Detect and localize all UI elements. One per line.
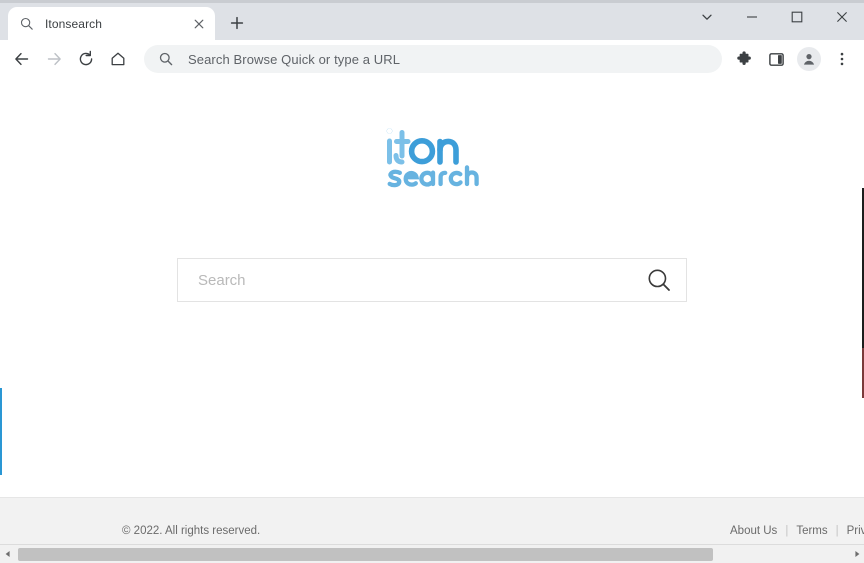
profile-button[interactable]	[797, 47, 821, 71]
copyright-text: © 2022. All rights reserved.	[122, 524, 261, 537]
page-viewport: © 2022. All rights reserved. About Us | …	[0, 78, 864, 563]
footer-links: About Us | Terms | Privac	[730, 525, 864, 537]
maximize-button[interactable]	[774, 0, 819, 34]
tab-title: Itonsearch	[45, 16, 103, 31]
puzzle-piece-icon	[736, 50, 751, 65]
maximize-icon	[791, 11, 802, 23]
home-icon	[111, 52, 125, 66]
search-row	[0, 258, 864, 302]
tab-strip: Itonsearch	[0, 0, 864, 40]
scrollbar-track[interactable]	[15, 546, 849, 563]
footer-link-terms[interactable]: Terms	[796, 525, 827, 537]
browser-window: Itonsearch Search Browse Quick or type a…	[0, 0, 864, 563]
extensions-button[interactable]	[730, 45, 758, 73]
reload-button[interactable]	[71, 44, 101, 74]
close-tab-icon[interactable]	[191, 16, 207, 32]
tab-search-button[interactable]	[684, 0, 729, 34]
search-submit-button[interactable]	[644, 265, 674, 295]
search-form	[177, 258, 687, 302]
browser-toolbar: Search Browse Quick or type a URL	[0, 40, 864, 78]
horizontal-scrollbar[interactable]	[0, 544, 864, 563]
reload-icon	[79, 50, 93, 66]
left-edge-artifact	[0, 388, 2, 475]
triangle-right-icon	[854, 551, 859, 557]
footer-link-about-us[interactable]: About Us	[730, 525, 777, 537]
scroll-left-button[interactable]	[0, 546, 15, 563]
chevron-down-icon	[701, 14, 712, 20]
scrollbar-thumb[interactable]	[18, 547, 713, 561]
browser-tab[interactable]: Itonsearch	[8, 7, 215, 40]
minimize-button[interactable]	[729, 0, 774, 34]
footer-separator: |	[785, 524, 789, 537]
home-button[interactable]	[103, 44, 133, 74]
footer-link-privacy[interactable]: Privac	[847, 525, 864, 537]
magnifier-icon	[19, 16, 35, 32]
plus-icon	[230, 16, 244, 30]
address-bar-placeholder: Search Browse Quick or type a URL	[188, 51, 401, 67]
close-button[interactable]	[819, 0, 864, 34]
side-panel-icon	[768, 52, 784, 66]
new-tab-button[interactable]	[223, 9, 251, 37]
scroll-right-button[interactable]	[849, 546, 864, 563]
footer-separator: |	[835, 524, 839, 537]
page-main	[0, 78, 864, 497]
arrow-right-icon	[47, 52, 61, 66]
window-controls	[684, 0, 864, 34]
iton-search-logo-graphic	[386, 128, 479, 188]
three-dots-icon	[840, 52, 844, 66]
site-logo	[0, 126, 864, 198]
address-bar[interactable]: Search Browse Quick or type a URL	[144, 45, 722, 73]
forward-button	[39, 44, 69, 74]
search-icon	[158, 51, 174, 67]
arrow-left-icon	[15, 52, 29, 66]
search-input[interactable]	[198, 271, 644, 289]
triangle-left-icon	[5, 551, 10, 557]
side-panel-button[interactable]	[762, 45, 790, 73]
chrome-menu-button[interactable]	[828, 45, 856, 73]
close-icon	[836, 12, 847, 22]
avatar-icon	[803, 54, 815, 65]
back-button[interactable]	[7, 44, 37, 74]
itonsearch-page: © 2022. All rights reserved. About Us | …	[0, 78, 864, 563]
minimize-icon	[746, 16, 757, 18]
magnifier-icon	[648, 269, 670, 291]
